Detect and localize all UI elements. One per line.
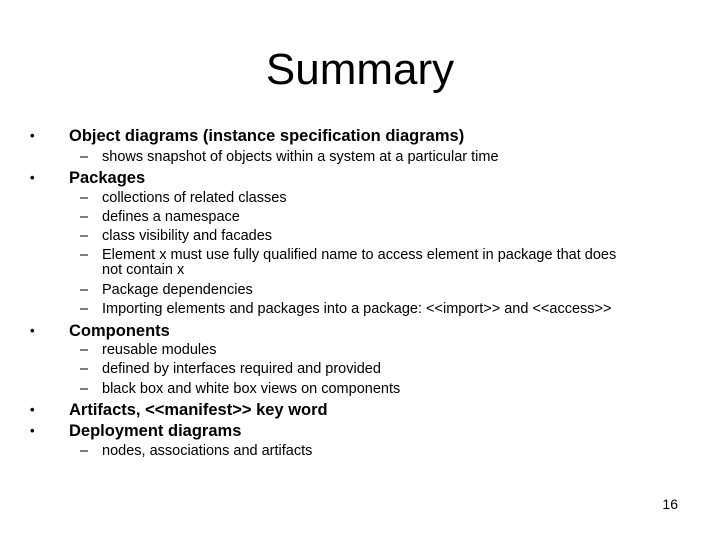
dash-icon: –	[80, 381, 89, 397]
bullet-heading: Packages	[69, 169, 146, 187]
page-number: 16	[662, 496, 678, 512]
sub-item-text: class visibility and facades	[102, 228, 273, 244]
dash-icon: –	[80, 228, 89, 244]
sub-item-text: black box and white box views on compone…	[102, 381, 401, 397]
dash-icon: –	[80, 443, 89, 459]
sub-item-text: nodes, associations and artifacts	[102, 443, 313, 459]
bullet-icon: •	[30, 323, 35, 338]
sub-item-text: defines a namespace	[102, 209, 240, 225]
dash-icon: –	[80, 190, 89, 206]
dash-icon: –	[80, 282, 89, 298]
bullet-heading: Object diagrams (instance specification …	[69, 127, 465, 145]
slide-title: Summary	[265, 45, 455, 94]
dash-icon: –	[80, 247, 89, 263]
bullet-heading: Artifacts, <<manifest>> key word	[69, 401, 328, 419]
sub-item-text: defined by interfaces required and provi…	[102, 361, 381, 377]
sub-item-text: collections of related classes	[102, 190, 287, 206]
dash-icon: –	[80, 149, 89, 165]
bullet-icon: •	[30, 128, 35, 143]
bullet-icon: •	[30, 423, 35, 438]
dash-icon: –	[80, 301, 89, 317]
bullet-heading: Deployment diagrams	[69, 422, 242, 440]
dash-icon: –	[80, 342, 89, 358]
sub-item-text: reusable modules	[102, 342, 217, 358]
sub-item-text: not contain x	[102, 262, 185, 278]
bullet-icon: •	[30, 170, 35, 185]
dash-icon: –	[80, 209, 89, 225]
sub-item-text: Package dependencies	[102, 282, 253, 298]
bullet-heading: Components	[69, 322, 170, 340]
sub-item-text: shows snapshot of objects within a syste…	[102, 149, 499, 165]
sub-item-text: Importing elements and packages into a p…	[102, 301, 612, 317]
bullet-icon: •	[30, 402, 35, 417]
dash-icon: –	[80, 361, 89, 377]
